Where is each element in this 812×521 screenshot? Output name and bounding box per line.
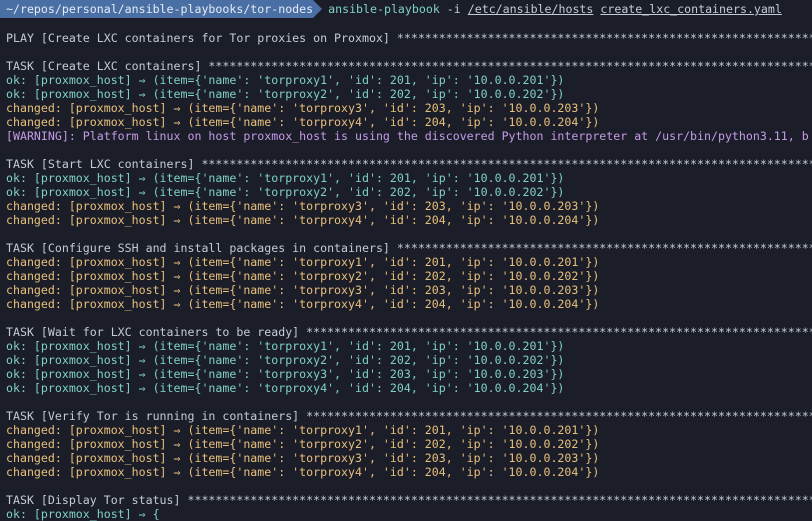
output-line: changed: [proxmox_host] ⇒ (item={'name':… — [6, 101, 600, 115]
playbook-file-link[interactable]: create_lxc_containers.yaml — [600, 2, 781, 16]
output-line: changed: [proxmox_host] ⇒ (item={'name':… — [6, 199, 600, 213]
output-line: ok: [proxmox_host] ⇒ { — [6, 507, 160, 521]
task-header: TASK [Start LXC containers] ************… — [6, 157, 812, 171]
output-line: ok: [proxmox_host] ⇒ (item={'name': 'tor… — [6, 381, 565, 395]
warning-line: [WARNING]: Platform linux on host proxmo… — [6, 129, 809, 143]
output-line: changed: [proxmox_host] ⇒ (item={'name':… — [6, 297, 600, 311]
output-line: ok: [proxmox_host] ⇒ (item={'name': 'tor… — [6, 353, 565, 367]
inventory-path-link[interactable]: /etc/ansible/hosts — [468, 2, 594, 16]
prompt-cwd: ~/repos/personal/ansible-playbooks/tor-n… — [0, 0, 314, 18]
task-header: TASK [Create LXC containers] ***********… — [6, 59, 812, 73]
output-line: changed: [proxmox_host] ⇒ (item={'name':… — [6, 423, 600, 437]
task-header: TASK [Configure SSH and install packages… — [6, 241, 812, 255]
output-line: ok: [proxmox_host] ⇒ (item={'name': 'tor… — [6, 367, 565, 381]
output-line: changed: [proxmox_host] ⇒ (item={'name':… — [6, 283, 600, 297]
terminal-window[interactable]: ~/repos/personal/ansible-playbooks/tor-n… — [0, 0, 812, 521]
powerline-arrow-icon — [313, 0, 323, 18]
output-line: changed: [proxmox_host] ⇒ (item={'name':… — [6, 465, 600, 479]
output-line: ok: [proxmox_host] ⇒ (item={'name': 'tor… — [6, 87, 565, 101]
output-line: changed: [proxmox_host] ⇒ (item={'name':… — [6, 115, 600, 129]
output-line: changed: [proxmox_host] ⇒ (item={'name':… — [6, 269, 600, 283]
output-line: ok: [proxmox_host] ⇒ (item={'name': 'tor… — [6, 185, 565, 199]
play-header: PLAY [Create LXC containers for Tor prox… — [6, 31, 812, 45]
output-line: ok: [proxmox_host] ⇒ (item={'name': 'tor… — [6, 339, 565, 353]
output-line: changed: [proxmox_host] ⇒ (item={'name':… — [6, 437, 600, 451]
command-name: ansible-playbook — [328, 2, 440, 16]
output-line: changed: [proxmox_host] ⇒ (item={'name':… — [6, 451, 600, 465]
output-line: changed: [proxmox_host] ⇒ (item={'name':… — [6, 213, 600, 227]
command-flag: -i — [446, 2, 461, 16]
output-line: changed: [proxmox_host] ⇒ (item={'name':… — [6, 255, 600, 269]
task-header: TASK [Wait for LXC containers to be read… — [6, 325, 812, 339]
output-line: ok: [proxmox_host] ⇒ (item={'name': 'tor… — [6, 73, 565, 87]
output-line: ok: [proxmox_host] ⇒ (item={'name': 'tor… — [6, 171, 565, 185]
task-header: TASK [Verify Tor is running in container… — [6, 409, 812, 423]
shell-prompt: ~/repos/personal/ansible-playbooks/tor-n… — [0, 0, 812, 18]
task-header: TASK [Display Tor status] **************… — [6, 493, 812, 507]
